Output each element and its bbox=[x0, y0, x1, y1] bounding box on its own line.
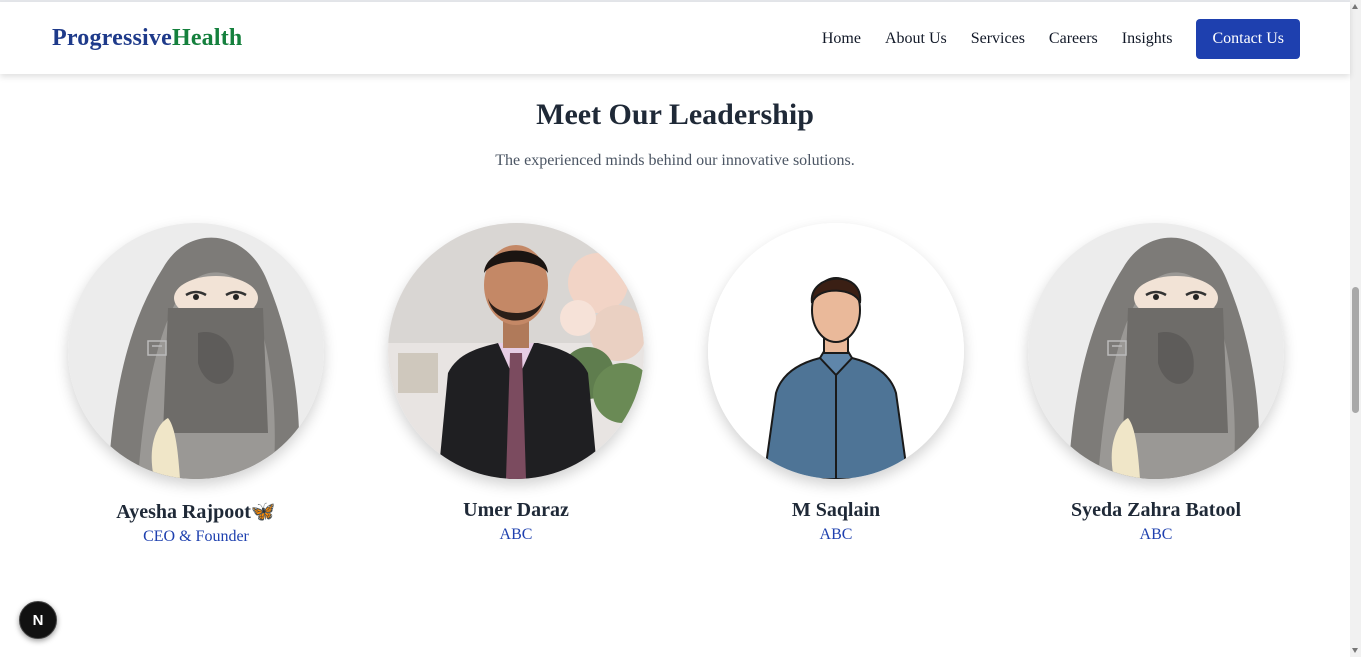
brand-logo-part1: Progressive bbox=[52, 25, 172, 51]
brand-logo[interactable]: ProgressiveHealth bbox=[52, 25, 242, 52]
team-member-name: Ayesha Rajpoot🦋 bbox=[116, 501, 276, 523]
team-card: Umer Daraz ABC bbox=[388, 223, 644, 544]
hijab-avatar-photo bbox=[1028, 223, 1284, 479]
team-member-role: ABC bbox=[499, 526, 533, 543]
portrait-photo bbox=[388, 223, 644, 479]
nextjs-dev-indicator-button[interactable]: N bbox=[19, 601, 57, 639]
brand-logo-part2: Health bbox=[171, 25, 243, 51]
hijab-avatar-photo bbox=[68, 223, 324, 479]
team-member-role: ABC bbox=[1139, 526, 1173, 543]
section-subtitle: The experienced minds behind our innovat… bbox=[495, 152, 855, 169]
contact-us-button[interactable]: Contact Us bbox=[1196, 19, 1300, 59]
vertical-scrollbar[interactable] bbox=[1350, 0, 1361, 657]
section-title: Meet Our Leadership bbox=[536, 98, 814, 131]
navbar: ProgressiveHealth Home About Us Services… bbox=[0, 2, 1350, 74]
scroll-down-arrow-icon[interactable] bbox=[1352, 648, 1358, 653]
nav-link-services[interactable]: Services bbox=[971, 19, 1025, 59]
team-member-role: CEO & Founder bbox=[143, 528, 249, 545]
team-card: Syeda Zahra Batool ABC bbox=[1028, 223, 1284, 544]
male-avatar-illustration bbox=[708, 223, 964, 479]
team-member-role: ABC bbox=[819, 526, 853, 543]
nav-menu: Home About Us Services Careers Insights … bbox=[822, 19, 1300, 59]
team-member-name: M Saqlain bbox=[791, 499, 881, 521]
svg-text:N: N bbox=[33, 612, 44, 629]
team-card: Ayesha Rajpoot🦋 CEO & Founder bbox=[68, 223, 324, 546]
nav-link-home[interactable]: Home bbox=[822, 19, 861, 59]
nav-link-about-us[interactable]: About Us bbox=[885, 19, 947, 59]
team-member-name: Umer Daraz bbox=[463, 499, 569, 521]
nav-link-insights[interactable]: Insights bbox=[1122, 19, 1173, 59]
scrollbar-thumb[interactable] bbox=[1352, 287, 1359, 413]
nextjs-logo-icon: N bbox=[33, 612, 44, 629]
nav-link-careers[interactable]: Careers bbox=[1049, 19, 1098, 59]
team-card: M Saqlain ABC bbox=[708, 223, 964, 544]
scroll-up-arrow-icon[interactable] bbox=[1352, 4, 1358, 9]
team-member-name: Syeda Zahra Batool bbox=[1070, 499, 1242, 521]
